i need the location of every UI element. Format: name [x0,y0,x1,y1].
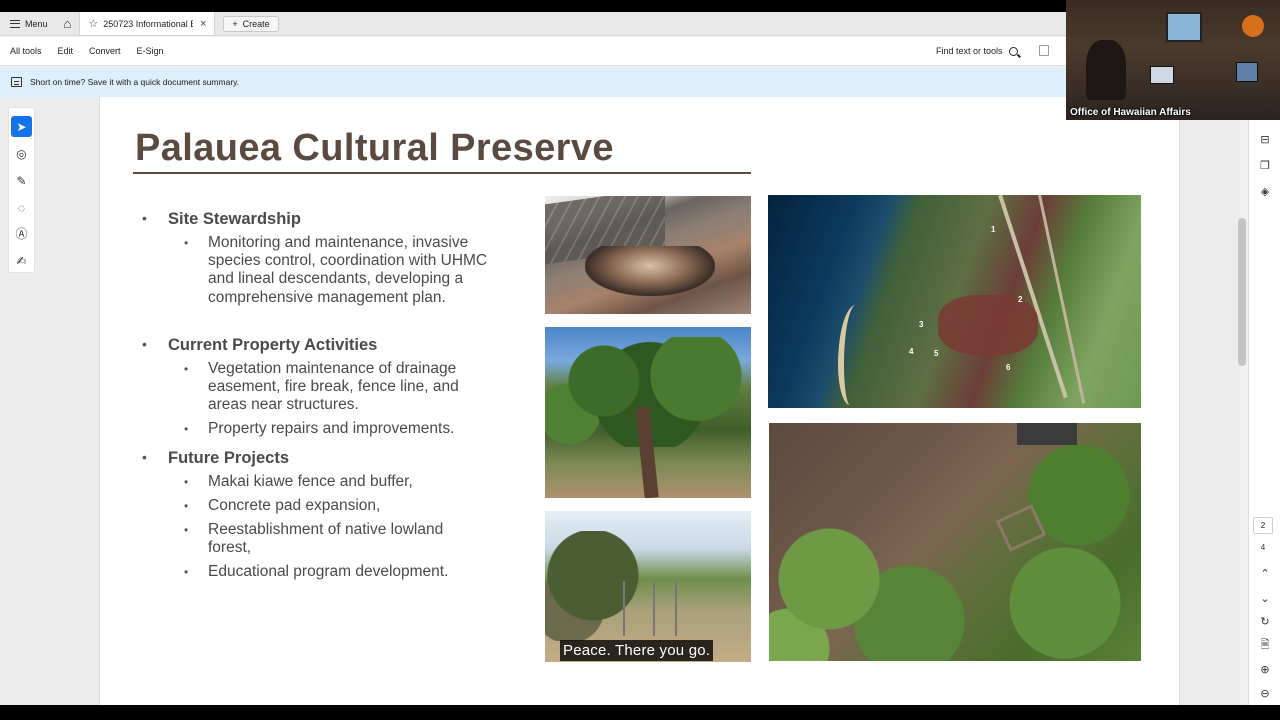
star-icon[interactable]: ☆ [88,17,98,30]
edit-button[interactable]: Edit [48,46,74,56]
section-heading-current: Current Property Activities [142,336,377,355]
aerial-preserve-photo [769,423,1141,661]
list-item: Educational program development. [184,563,508,581]
map-label: 1 [991,225,996,234]
plus-icon: + [232,18,238,29]
lasso-tool-icon[interactable]: ◌ [11,197,32,218]
find-label: Find text or tools [936,46,1003,56]
create-button[interactable]: + Create [223,15,279,32]
title-divider [133,172,751,174]
map-label: 6 [1006,363,1011,372]
banner-text: Short on time? Save it with a quick docu… [30,77,240,87]
home-icon: ⌂ [63,16,72,31]
section-heading-stewardship: Site Stewardship [142,210,301,229]
create-label: Create [242,18,270,29]
layers-icon[interactable]: ◈ [1257,183,1273,199]
menu-label: Menu [25,18,48,29]
slide-title: Palauea Cultural Preserve [135,127,614,169]
convert-button[interactable]: Convert [79,46,121,56]
chevron-down-icon[interactable]: ⌄ [1257,590,1273,606]
list-item: Property repairs and improvements. [184,420,508,438]
webcam-video: Office of Hawaiian Affairs [1066,0,1280,120]
select-tool-icon[interactable]: ➤ [11,116,32,137]
tab-document[interactable]: ☆ 250723 Informational Br... × [79,12,216,35]
zoom-in-icon[interactable]: ⊕ [1257,661,1273,677]
quick-tools-panel: ➤ ◎ ✎ ◌ Ⓐ ✍ [8,107,35,273]
list-item: Concrete pad expansion, [184,497,508,515]
map-label: 3 [919,320,924,329]
map-label: 4 [909,347,914,356]
summary-banner[interactable]: Short on time? Save it with a quick docu… [0,67,1066,97]
fence-line-photo: Peace. There you go. [545,511,751,662]
hamburger-icon [10,19,20,28]
comment-tool-icon[interactable]: ◎ [11,143,32,164]
summary-icon [11,77,22,87]
tree-photo [545,327,751,498]
pen-tool-icon[interactable]: ✎ [11,170,32,191]
page-total: 4 [1260,543,1266,552]
home-button[interactable]: ⌂ [56,12,80,35]
pages-icon[interactable]: ❐ [1257,157,1273,173]
list-item: Vegetation maintenance of drainage easem… [184,360,498,415]
right-side-panel: ⊟ ❐ ◈ ⌃ ⌄ ↻ 🗎 ⊕ ⊖ [1248,120,1280,705]
section-heading-future: Future Projects [142,449,289,468]
search-icon [1008,46,1018,56]
acrobat-window: Menu ⌂ ☆ 250723 Informational Br... × + … [0,0,1280,720]
pdf-page: Palauea Cultural Preserve Site Stewardsh… [99,97,1180,705]
menu-button[interactable]: Menu [0,12,56,35]
page-extract-icon[interactable]: 🗎 [1257,637,1273,653]
all-tools-button[interactable]: All tools [0,46,42,56]
list-item: Reestablishment of native lowland forest… [184,521,488,557]
save-icon[interactable] [1039,45,1049,56]
esign-button[interactable]: E-Sign [127,46,164,56]
document-tab-title: 250723 Informational Br... [103,18,193,29]
list-item: Makai kiawe fence and buffer, [184,473,508,491]
chevron-up-icon[interactable]: ⌃ [1257,565,1273,581]
page-number-input[interactable]: 2 [1253,517,1273,534]
zoom-out-icon[interactable]: ⊖ [1257,685,1273,701]
sign-tool-icon[interactable]: ✍ [11,250,32,271]
map-label: 2 [1018,295,1023,304]
close-icon[interactable]: × [200,18,206,30]
roof-damage-photo [545,196,751,314]
bottom-letterbox [0,705,1280,720]
vertical-scrollbar[interactable] [1238,218,1246,366]
list-item: Monitoring and maintenance, invasive spe… [184,234,508,307]
video-caption: Peace. There you go. [560,640,714,661]
bookmark-icon[interactable]: ⊟ [1257,131,1273,147]
map-label: 5 [934,349,939,358]
text-tool-icon[interactable]: Ⓐ [11,223,32,244]
rotate-icon[interactable]: ↻ [1257,613,1273,629]
find-tools-button[interactable]: Find text or tools [936,46,1018,56]
aerial-map-photo: 1 2 3 4 5 6 [768,195,1141,408]
webcam-label: Office of Hawaiian Affairs [1070,107,1191,118]
